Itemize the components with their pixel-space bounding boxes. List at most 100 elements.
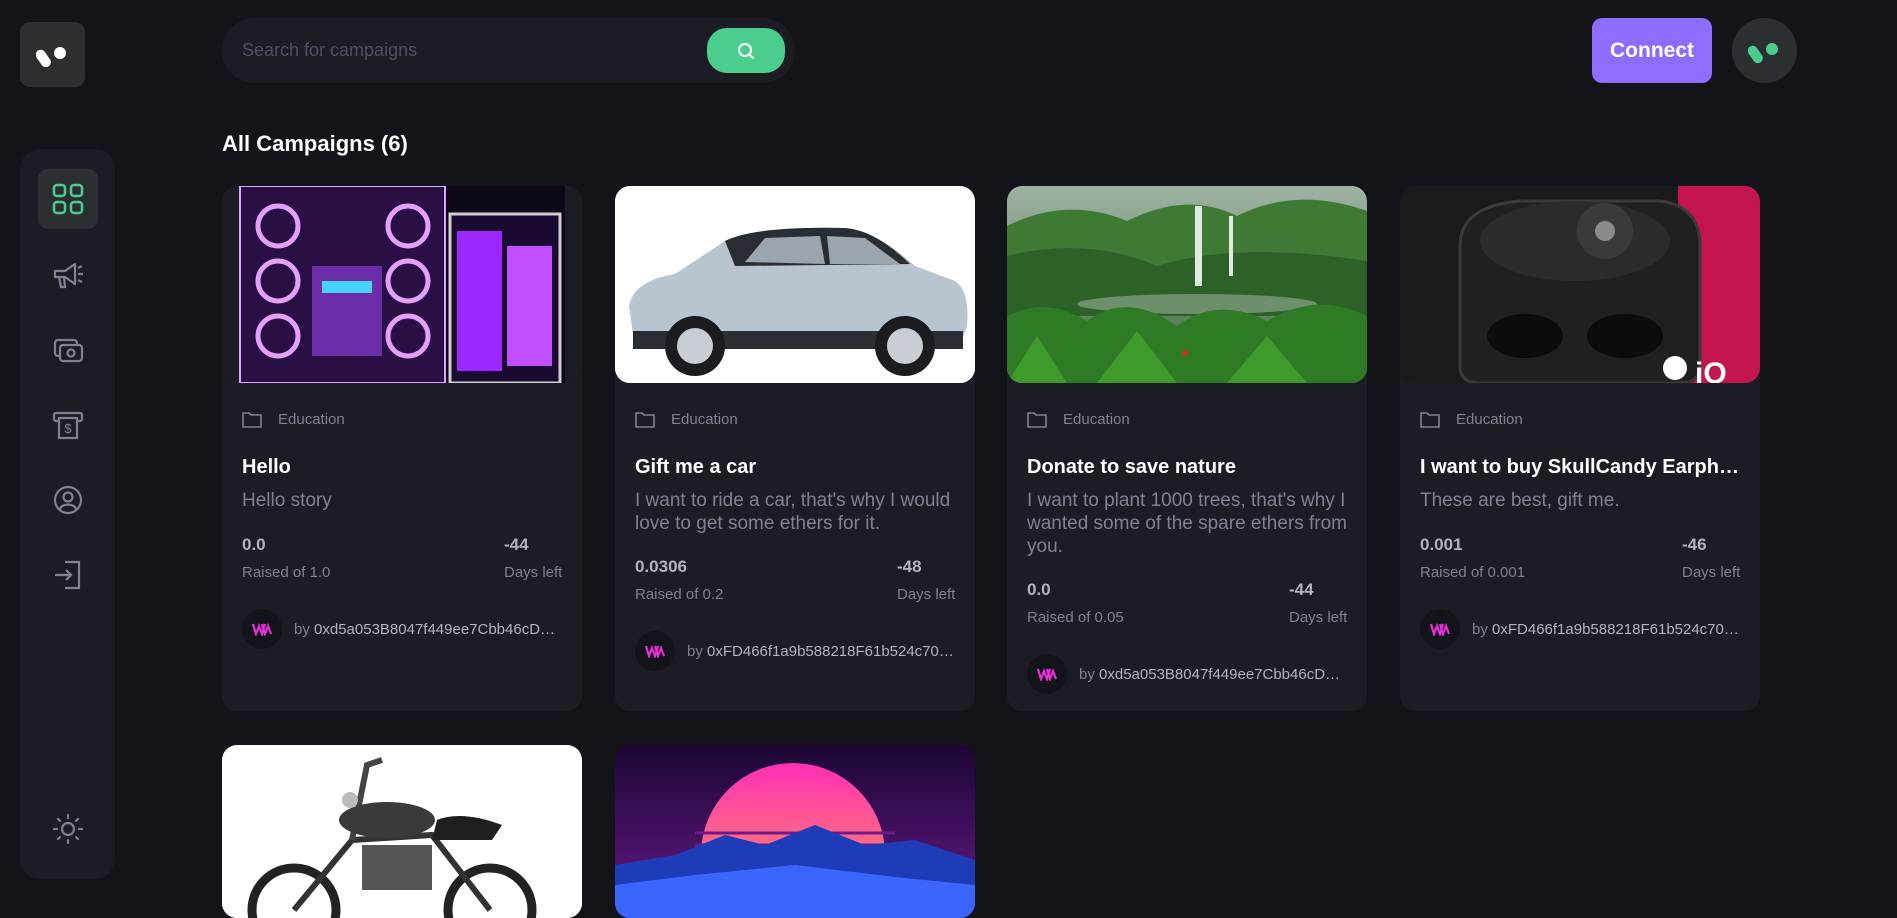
owner-address: by 0xFD466f1a9b588218F61b524c70… [1472, 621, 1740, 638]
days-left-label: Days left [897, 586, 956, 603]
owner-logo-icon [252, 622, 272, 636]
campaign-icon [53, 262, 83, 289]
by-label: by [1472, 620, 1488, 638]
folder-icon [242, 412, 262, 428]
owner-value: 0xFD466f1a9b588218F61b524c70… [707, 642, 954, 660]
campaign-card[interactable]: Education Hello Hello story 0.0 Raised o… [222, 186, 582, 711]
days-left: -44 [1289, 580, 1314, 599]
owner-avatar [1027, 654, 1067, 694]
campaign-image [222, 186, 582, 383]
campaign-image [615, 186, 975, 383]
folder-icon [635, 412, 655, 428]
logo-icon [35, 46, 66, 67]
owner-avatar [635, 631, 675, 671]
raised-amount: 0.001 [1420, 535, 1463, 554]
campaign-title: Hello [242, 456, 291, 478]
campaign-title: Donate to save nature [1027, 456, 1236, 478]
search-bar [222, 18, 795, 83]
campaign-title: I want to buy SkullCandy Earphones [1420, 456, 1740, 478]
campaign-image [615, 745, 975, 918]
owner-logo-icon [1037, 667, 1057, 681]
campaign-category: Education [1063, 411, 1130, 428]
folder-icon [1027, 412, 1047, 428]
dashboard-icon [52, 183, 84, 215]
search-icon [738, 42, 754, 59]
category-row: Education [1027, 411, 1130, 428]
campaign-title: Gift me a car [635, 456, 757, 478]
days-left-label: Days left [1289, 609, 1348, 626]
owner-value: 0xd5a053B8047f449ee7Cbb46cD… [1099, 665, 1341, 683]
profile-avatar[interactable] [1732, 18, 1797, 83]
owner-row: by 0xFD466f1a9b588218F61b524c70… [635, 631, 955, 671]
by-label: by [687, 642, 703, 660]
days-left-label: Days left [504, 564, 563, 581]
connect-button[interactable]: Connect [1592, 18, 1712, 83]
owner-row: by 0xFD466f1a9b588218F61b524c70… [1420, 609, 1740, 649]
days-left: -46 [1682, 535, 1707, 554]
search-button[interactable] [707, 28, 785, 73]
by-label: by [1079, 665, 1095, 683]
sidebar-item-logout[interactable] [38, 545, 98, 605]
campaign-description: Hello story [242, 490, 332, 511]
sidebar-item-campaign[interactable] [38, 245, 98, 305]
owner-logo-icon [1430, 622, 1450, 636]
owner-logo-icon [645, 644, 665, 658]
raised-label: Raised of 0.05 [1027, 609, 1124, 626]
owner-address: by 0xd5a053B8047f449ee7Cbb46cD… [1079, 666, 1347, 683]
sun-icon [52, 813, 84, 845]
campaign-image [1007, 186, 1367, 383]
search-input[interactable] [242, 18, 682, 83]
sidebar-item-dashboard[interactable] [38, 169, 98, 229]
sidebar: $ [20, 149, 115, 879]
owner-avatar [1420, 609, 1460, 649]
category-row: Education [242, 411, 345, 428]
withdraw-icon: $ [52, 411, 84, 440]
folder-icon [1420, 412, 1440, 428]
campaign-description: These are best, gift me. [1420, 490, 1620, 511]
theme-toggle[interactable] [38, 799, 98, 859]
campaign-category: Education [671, 411, 738, 428]
raised-label: Raised of 1.0 [242, 564, 331, 581]
avatar-logo-icon [1747, 42, 1778, 63]
profile-icon [53, 485, 83, 515]
campaign-card[interactable] [222, 745, 582, 918]
days-left: -44 [504, 535, 529, 554]
days-left-label: Days left [1682, 564, 1741, 581]
campaign-image [222, 745, 582, 918]
sidebar-item-profile[interactable] [38, 470, 98, 530]
page-title: All Campaigns (6) [222, 131, 408, 156]
owner-avatar [242, 609, 282, 649]
app-logo[interactable] [20, 22, 85, 87]
sidebar-item-payment[interactable] [38, 320, 98, 380]
owner-value: 0xd5a053B8047f449ee7Cbb46cD… [314, 620, 556, 638]
svg-text:$: $ [64, 421, 72, 436]
campaign-card[interactable]: Education Donate to save nature I want t… [1007, 186, 1367, 711]
by-label: by [294, 620, 310, 638]
campaign-card[interactable] [615, 745, 975, 918]
owner-row: by 0xd5a053B8047f449ee7Cbb46cD… [1027, 654, 1347, 694]
raised-label: Raised of 0.2 [635, 586, 724, 603]
raised-amount: 0.0306 [635, 557, 687, 576]
category-row: Education [635, 411, 738, 428]
app-root: $ Search for campaigns Connect All Campa… [0, 0, 1897, 918]
raised-amount: 0.0 [242, 535, 266, 554]
owner-address: by 0xd5a053B8047f449ee7Cbb46cD… [294, 621, 562, 638]
campaign-category: Education [278, 411, 345, 428]
campaign-description: I want to ride a car, that's why I would… [635, 490, 951, 534]
category-row: Education [1420, 411, 1523, 428]
days-left: -48 [897, 557, 922, 576]
owner-address: by 0xFD466f1a9b588218F61b524c70… [687, 643, 955, 660]
owner-row: by 0xd5a053B8047f449ee7Cbb46cD… [242, 609, 562, 649]
logout-icon [55, 560, 81, 590]
campaign-category: Education [1456, 411, 1523, 428]
payment-icon [53, 338, 84, 363]
owner-value: 0xFD466f1a9b588218F61b524c70… [1492, 620, 1739, 638]
campaign-image: iQ [1400, 186, 1760, 383]
campaign-card[interactable]: iQ Education I want to buy SkullCandy Ea… [1400, 186, 1760, 711]
sidebar-item-withdraw[interactable]: $ [38, 395, 98, 455]
raised-amount: 0.0 [1027, 580, 1051, 599]
svg-text:iQ: iQ [1695, 357, 1727, 383]
raised-label: Raised of 0.001 [1420, 564, 1526, 581]
campaign-card[interactable]: Education Gift me a car I want to ride a… [615, 186, 975, 711]
campaign-description: I want to plant 1000 trees, that's why I… [1027, 490, 1347, 557]
